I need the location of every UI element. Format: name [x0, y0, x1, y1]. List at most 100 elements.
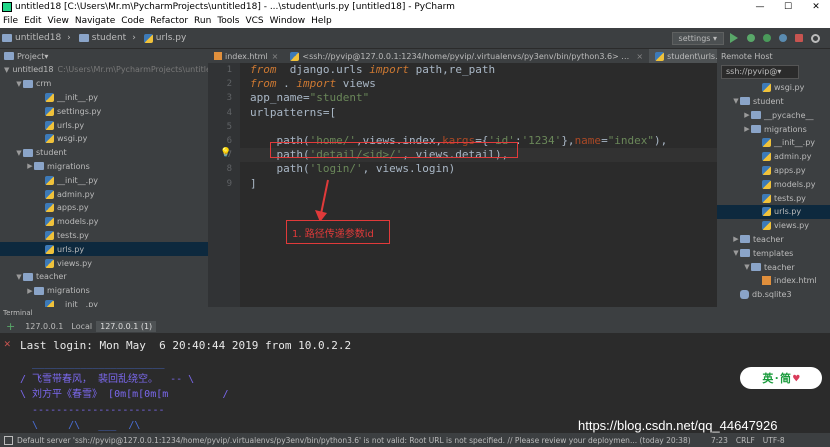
- intention-bulb-icon[interactable]: 💡: [220, 148, 231, 158]
- tree-item-label: student: [753, 96, 784, 106]
- expand-arrow-icon[interactable]: ▼: [732, 97, 740, 105]
- menu-item-view[interactable]: View: [45, 16, 72, 26]
- coverage-icon[interactable]: [763, 34, 771, 42]
- search-icon[interactable]: [811, 33, 820, 43]
- tree-item[interactable]: views.py: [0, 256, 208, 270]
- expand-arrow-icon[interactable]: ▼: [15, 149, 23, 157]
- new-terminal-icon[interactable]: +: [0, 320, 21, 333]
- menu-item-help[interactable]: Help: [308, 16, 335, 26]
- menu-item-edit[interactable]: Edit: [21, 16, 44, 26]
- line-separator[interactable]: CRLF: [736, 436, 755, 445]
- file-encoding[interactable]: UTF-8: [763, 436, 785, 445]
- tree-item[interactable]: admin.py: [717, 150, 830, 164]
- menu-item-code[interactable]: Code: [118, 16, 147, 26]
- close-tab-icon[interactable]: ×: [272, 52, 279, 61]
- tree-item[interactable]: ▼ student: [0, 146, 208, 160]
- tree-item[interactable]: ▶ __pycache__: [717, 108, 830, 122]
- code-line[interactable]: [240, 120, 717, 134]
- folder-icon: [751, 111, 761, 120]
- menu-item-vcs[interactable]: VCS: [242, 16, 266, 26]
- code-line[interactable]: path('login/', views.login): [240, 162, 717, 176]
- collapse-arrow-icon[interactable]: ▶: [743, 111, 751, 119]
- cursor-position[interactable]: 7:23: [711, 436, 728, 445]
- tree-item[interactable]: ▼ teacher: [0, 270, 208, 284]
- minimize-button[interactable]: —: [746, 2, 774, 12]
- window-title: untitled18 [C:\Users\Mr.m\PycharmProject…: [15, 2, 455, 12]
- code-line[interactable]: from . import views: [240, 77, 717, 91]
- tree-item[interactable]: models.py: [717, 177, 830, 191]
- run-config-select[interactable]: settings ▾: [671, 31, 724, 45]
- terminal-tab[interactable]: 127.0.0.1: [21, 321, 67, 332]
- menu-item-refactor[interactable]: Refactor: [147, 16, 191, 26]
- breadcrumb-project[interactable]: untitled18 ›: [0, 33, 77, 43]
- close-tab-icon[interactable]: ×: [636, 52, 643, 61]
- expand-arrow-icon[interactable]: ▼: [15, 273, 23, 281]
- collapse-arrow-icon[interactable]: ▶: [743, 125, 751, 133]
- remote-host-select[interactable]: ssh://pyvip@ ▾: [721, 65, 799, 79]
- expand-arrow-icon[interactable]: ▼: [4, 66, 9, 74]
- tree-item[interactable]: ▼ crm: [0, 77, 208, 91]
- expand-arrow-icon[interactable]: ▼: [15, 80, 23, 88]
- tree-item[interactable]: settings.py: [0, 104, 208, 118]
- maximize-button[interactable]: ☐: [774, 2, 802, 12]
- menu-item-window[interactable]: Window: [267, 16, 309, 26]
- status-message[interactable]: Default server 'ssh://pyvip@127.0.0.1:12…: [17, 436, 697, 445]
- code-line[interactable]: ]: [240, 177, 717, 191]
- tree-item[interactable]: ▶ migrations: [0, 160, 208, 174]
- debug-icon[interactable]: [747, 34, 755, 42]
- code-line[interactable]: urlpatterns=[: [240, 106, 717, 120]
- tree-item[interactable]: urls.py: [0, 118, 208, 132]
- tree-item[interactable]: wsgi.py: [717, 81, 830, 95]
- tree-item[interactable]: ▶ migrations: [0, 284, 208, 298]
- run-icon[interactable]: [730, 33, 738, 43]
- terminal-output[interactable]: ✕ Last login: Mon May 6 20:40:44 2019 fr…: [0, 333, 830, 433]
- tree-item[interactable]: wsgi.py: [0, 132, 208, 146]
- tree-item[interactable]: index.html: [717, 274, 830, 288]
- tree-item[interactable]: apps.py: [717, 164, 830, 178]
- menu-item-tools[interactable]: Tools: [214, 16, 242, 26]
- tree-item[interactable]: ▼ untitled18 C:\Users\Mr.m\PycharmProjects…: [0, 63, 208, 77]
- menu-item-navigate[interactable]: Navigate: [72, 16, 118, 26]
- terminal-tab[interactable]: Local: [67, 321, 96, 332]
- menu-item-run[interactable]: Run: [191, 16, 214, 26]
- line-number: 1: [226, 65, 232, 75]
- editor-tab[interactable]: <ssh://pyvip@127.0.0.1:1234/home/pyvip/.…: [284, 49, 649, 63]
- expand-arrow-icon[interactable]: ▼: [732, 249, 740, 257]
- breadcrumb-student[interactable]: student ›: [77, 33, 142, 43]
- collapse-arrow-icon[interactable]: ▶: [26, 162, 34, 170]
- tree-item[interactable]: tests.py: [0, 229, 208, 243]
- code-editor[interactable]: from django.urls import path,re_path from…: [240, 63, 717, 307]
- tree-item[interactable]: urls.py: [0, 242, 208, 257]
- tree-item[interactable]: admin.py: [0, 187, 208, 201]
- code-line[interactable]: app_name="student": [240, 91, 717, 105]
- tree-item[interactable]: __init__.py: [0, 173, 208, 187]
- tree-item[interactable]: apps.py: [0, 201, 208, 215]
- close-window-button[interactable]: ✕: [802, 2, 830, 12]
- breadcrumb-file[interactable]: urls.py: [142, 33, 193, 43]
- tree-item[interactable]: urls.py: [717, 204, 830, 219]
- editor-tab[interactable]: index.html ×: [208, 49, 284, 63]
- code-line[interactable]: from django.urls import path,re_path: [240, 63, 717, 77]
- tree-item[interactable]: ▼ student: [717, 95, 830, 109]
- tree-item[interactable]: __init__.py: [0, 298, 208, 307]
- tree-item[interactable]: db.sqlite3: [717, 288, 830, 302]
- expand-arrow-icon[interactable]: ▼: [743, 263, 751, 271]
- profile-icon[interactable]: [779, 34, 787, 42]
- stop-icon[interactable]: [795, 34, 803, 42]
- tree-item[interactable]: __init__.py: [0, 91, 208, 105]
- tree-item[interactable]: ▼ teacher: [717, 260, 830, 274]
- tree-item[interactable]: __init__.py: [717, 136, 830, 150]
- tree-item[interactable]: ▶ teacher: [717, 233, 830, 247]
- tree-item[interactable]: models.py: [0, 215, 208, 229]
- tree-item[interactable]: ▼ templates: [717, 246, 830, 260]
- collapse-arrow-icon[interactable]: ▶: [26, 287, 34, 295]
- code-token: =: [601, 133, 608, 147]
- terminal-tab[interactable]: 127.0.0.1 (1): [96, 320, 157, 332]
- collapse-arrow-icon[interactable]: ▶: [732, 235, 740, 243]
- menu-item-file[interactable]: File: [0, 16, 21, 26]
- close-terminal-icon[interactable]: ✕: [4, 337, 14, 350]
- ime-badge[interactable]: 英·简 ♥: [740, 367, 822, 389]
- tree-item[interactable]: tests.py: [717, 191, 830, 205]
- tree-item[interactable]: ▶ migrations: [717, 122, 830, 136]
- tree-item[interactable]: views.py: [717, 219, 830, 233]
